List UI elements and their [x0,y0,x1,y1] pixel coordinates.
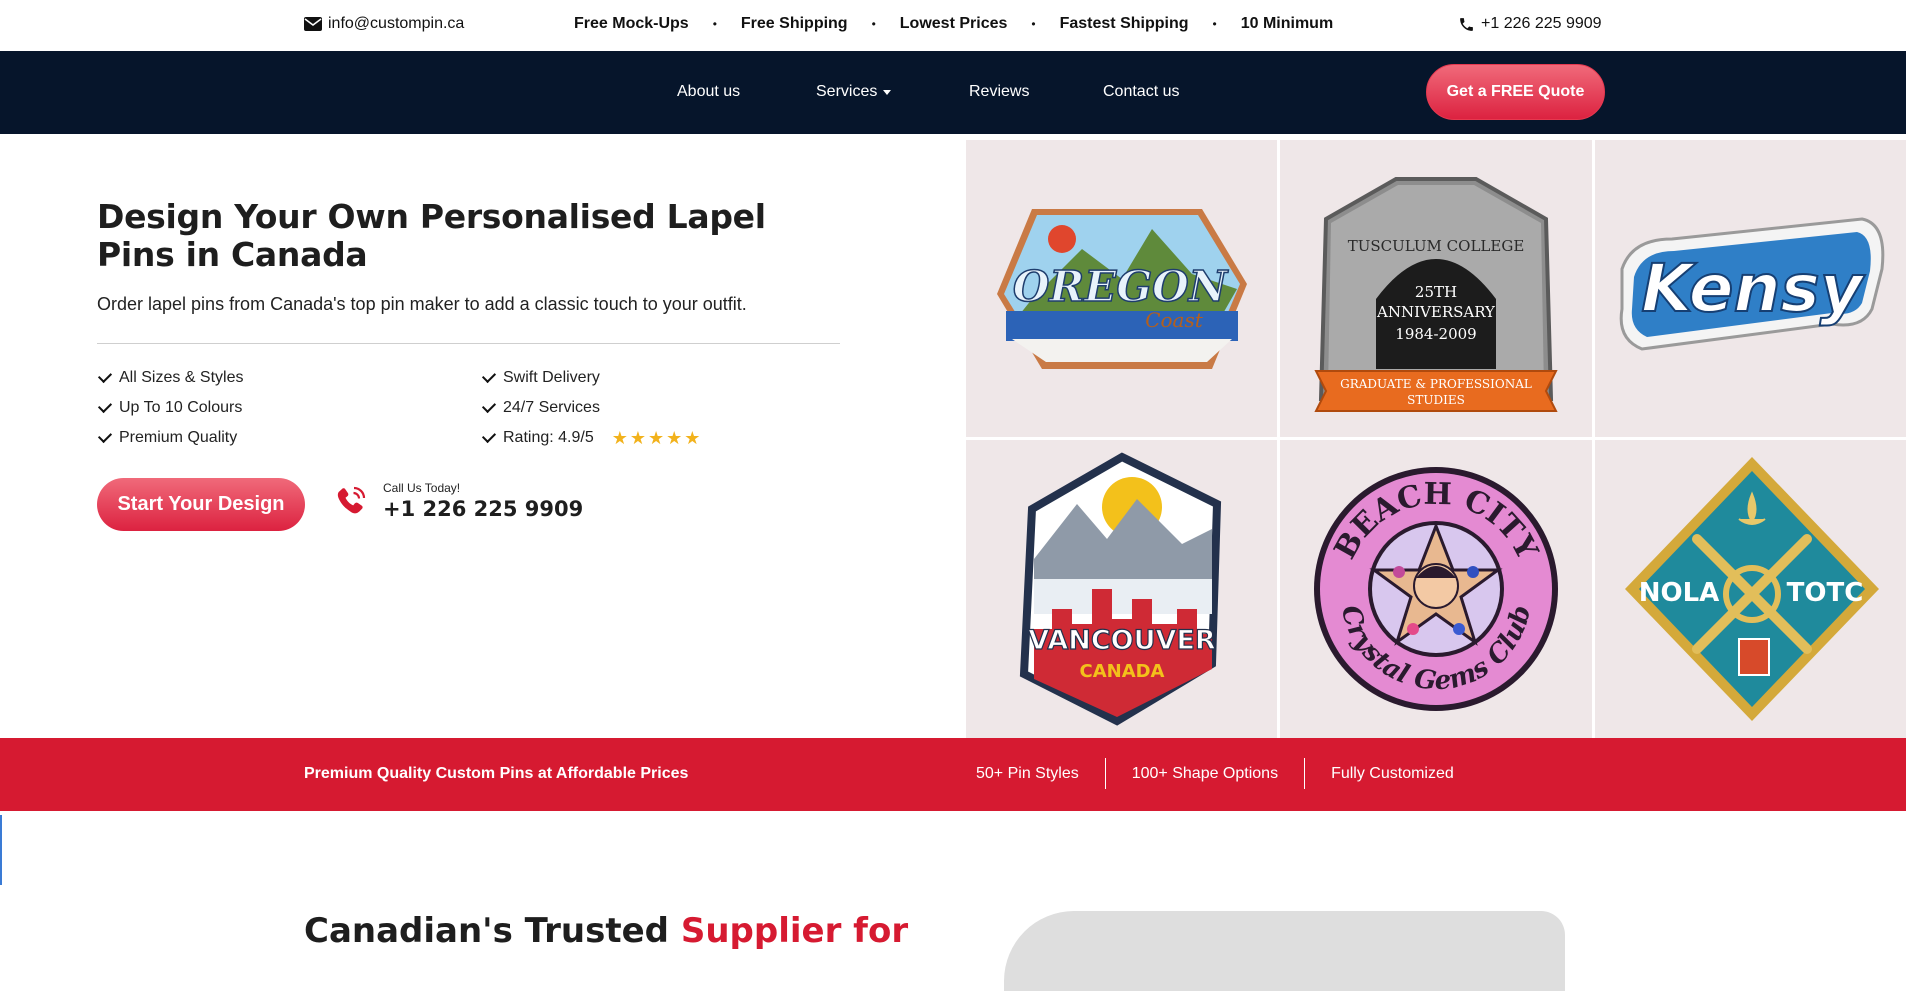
feature-item: Swift Delivery [481,368,600,387]
get-quote-button[interactable]: Get a FREE Quote [1426,64,1605,120]
phone-icon [1460,17,1473,31]
check-icon [481,368,497,383]
stat-divider [1304,758,1306,789]
pin-tile-oregon[interactable]: OREGON Coast [966,140,1277,437]
band-stats: 50+ Pin Styles 100+ Shape Options Fully … [976,758,1454,789]
perk-prices: Lowest Prices [899,15,1008,32]
perk-separator: • [871,17,876,31]
oregon-line2: Coast [1145,308,1204,332]
value-band: Premium Quality Custom Pins at Affordabl… [0,738,1906,811]
check-icon [481,428,497,443]
college-pin-image: TUSCULUM COLLEGE 25TH ANNIVERSARY 1984-2… [1314,176,1558,412]
band-tagline: Premium Quality Custom Pins at Affordabl… [304,765,689,782]
perk-mockups: Free Mock-Ups [574,15,689,32]
stat-customized: Fully Customized [1331,764,1454,782]
feature-item: 24/7 Services [481,398,600,417]
star-icon: ★ [629,428,647,448]
supplier-heading: Canadian's Trusted Supplier for [304,911,908,951]
feature-label: Up To 10 Colours [119,399,243,416]
star-icon: ★ [648,428,665,448]
perk-minimum: 10 Minimum [1240,15,1334,32]
perk-fastest: Fastest Shipping [1059,15,1189,32]
pin-tile-nola[interactable]: NOLA TOTC [1595,440,1906,738]
pin-tile-beach-city[interactable]: BEACH CITY Crystal Gems Club [1280,440,1592,738]
scroll-marker [0,815,2,885]
star-icon: ★ [611,428,628,448]
phone-ringing-icon [337,486,366,514]
hero-section: Design Your Own Personalised Lapel Pins … [0,134,966,738]
nav-services-label[interactable]: Services [816,83,877,101]
star-icon: ★ [666,428,683,448]
chevron-down-icon[interactable] [883,89,892,95]
kensy-pin-image: Kensy [1619,216,1884,351]
feature-item: Premium Quality [97,428,238,447]
college-l3: 1984-2009 [1395,325,1476,343]
feature-item: All Sizes & Styles [97,368,244,387]
divider [97,343,840,344]
vancouver-pin-image: VANCOUVER CANADA [1019,452,1221,726]
pin-tile-vancouver[interactable]: VANCOUVER CANADA [966,440,1277,738]
college-l2: ANNIVERSARY [1376,303,1496,321]
feature-label: Swift Delivery [503,369,600,386]
heading-highlight: Supplier for [680,911,909,951]
feature-label: Premium Quality [119,429,238,446]
college-ribbon1: GRADUATE & PROFESSIONAL [1340,377,1532,391]
stat-divider [1104,758,1106,789]
pin-tile-college[interactable]: TUSCULUM COLLEGE 25TH ANNIVERSARY 1984-2… [1280,140,1592,437]
perk-separator: • [1031,17,1036,31]
nav-services[interactable]: Services [816,83,892,101]
stat-shape-options: 100+ Shape Options [1131,764,1279,782]
feature-label: All Sizes & Styles [119,369,244,386]
pin-tile-kensy[interactable]: Kensy [1595,140,1906,437]
college-l1: 25TH [1415,283,1457,301]
start-design-button[interactable]: Start Your Design [97,478,305,531]
check-icon [97,428,113,443]
feature-item: Up To 10 Colours [97,398,243,417]
college-ribbon2: STUDIES [1407,393,1465,407]
supplier-section: Canadian's Trusted Supplier for [0,811,1906,991]
call-us[interactable]: Call Us Today! +1 226 225 9909 [333,481,583,521]
kensy-text: Kensy [1641,250,1866,327]
feature-item: Rating: 4.9/5 ★ ★ ★ ★ ★ [481,428,701,447]
nola-left: NOLA [1638,578,1719,608]
nola-pin-image: NOLA TOTC [1624,457,1879,721]
nav-about[interactable]: About us [677,83,740,101]
feature-label: 24/7 Services [503,399,600,416]
perk-separator: • [712,17,717,31]
feature-label: Rating: 4.9/5 [503,429,594,446]
oregon-pin-image: OREGON Coast [996,208,1247,369]
envelope-icon [304,17,322,31]
vancouver-l1: VANCOUVER [1028,625,1216,656]
nav-reviews[interactable]: Reviews [969,83,1029,101]
pin-gallery: OREGON Coast TUSCULUM COLLEGE 25TH ANNIV… [966,140,1906,738]
supplier-image-card [1004,911,1565,991]
perk-separator: • [1212,17,1217,31]
check-icon [481,398,497,413]
top-info-bar: info@custompin.ca Free Mock-Ups • Free S… [0,0,1906,51]
oregon-line1: OREGON [1012,262,1228,311]
nola-right: TOTC [1786,578,1863,608]
check-icon [97,368,113,383]
call-number[interactable]: +1 226 225 9909 [383,497,583,521]
star-icon: ★ [684,428,701,448]
email-text[interactable]: info@custompin.ca [328,15,464,33]
college-arch-text: TUSCULUM COLLEGE [1348,237,1525,255]
hero-title: Design Your Own Personalised Lapel Pins … [97,197,766,274]
nav-contact[interactable]: Contact us [1103,83,1179,101]
phone-text[interactable]: +1 226 225 9909 [1481,15,1602,33]
vancouver-l2: CANADA [1079,661,1164,682]
phone-contact[interactable]: +1 226 225 9909 [1458,15,1602,33]
call-label: Call Us Today! [383,481,461,495]
email-contact[interactable]: info@custompin.ca [304,15,464,33]
main-navigation: About us Services Reviews Contact us [0,51,1906,134]
perk-shipping: Free Shipping [740,15,848,32]
rating-stars: ★ ★ ★ ★ ★ [612,429,701,447]
check-icon [97,398,113,413]
stat-pin-styles: 50+ Pin Styles [976,764,1079,782]
heading-plain: Canadian's Trusted [304,911,681,951]
hero-subtitle: Order lapel pins from Canada's top pin m… [97,294,747,314]
beach-city-pin-image: BEACH CITY Crystal Gems Club [1314,467,1558,711]
perks-list: Free Mock-Ups • Free Shipping • Lowest P… [574,15,1333,33]
